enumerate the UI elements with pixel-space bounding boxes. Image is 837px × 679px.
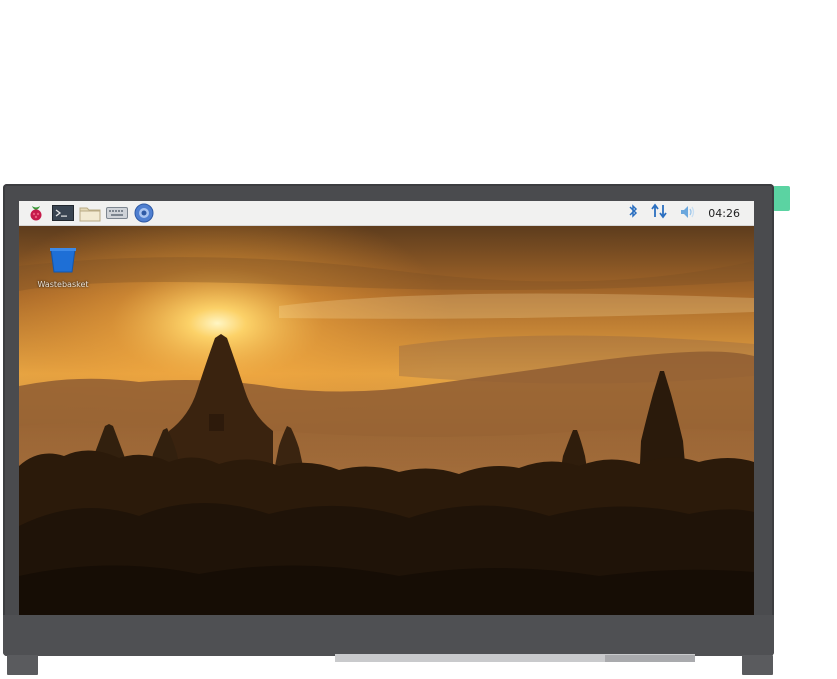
ribbon-connector-tab xyxy=(605,655,695,662)
screen: 04:26 Wastebasket xyxy=(19,201,754,615)
bluetooth-icon[interactable] xyxy=(628,203,638,223)
desktop-icon-label: Wastebasket xyxy=(37,280,89,289)
system-tray: 04:26 xyxy=(628,203,754,223)
display-foot-left xyxy=(7,655,38,675)
network-arrows-icon[interactable] xyxy=(650,203,668,223)
taskbar: 04:26 xyxy=(19,201,754,226)
file-manager-icon[interactable] xyxy=(79,204,101,222)
desktop-icon-wastebasket[interactable]: Wastebasket xyxy=(29,247,97,289)
connector-tab xyxy=(773,186,790,211)
keyboard-icon[interactable] xyxy=(106,204,128,222)
volume-icon[interactable] xyxy=(680,204,696,223)
clock[interactable]: 04:26 xyxy=(708,207,740,220)
taskbar-launchers xyxy=(19,203,155,223)
terminal-icon[interactable] xyxy=(52,204,74,222)
wastebasket-icon xyxy=(50,248,76,273)
desktop-wallpaper xyxy=(19,226,754,615)
raspberry-menu-icon[interactable] xyxy=(25,204,47,222)
web-browser-icon[interactable] xyxy=(133,203,155,223)
display-foot-right xyxy=(742,655,773,675)
display-bezel-bottom xyxy=(3,615,774,656)
